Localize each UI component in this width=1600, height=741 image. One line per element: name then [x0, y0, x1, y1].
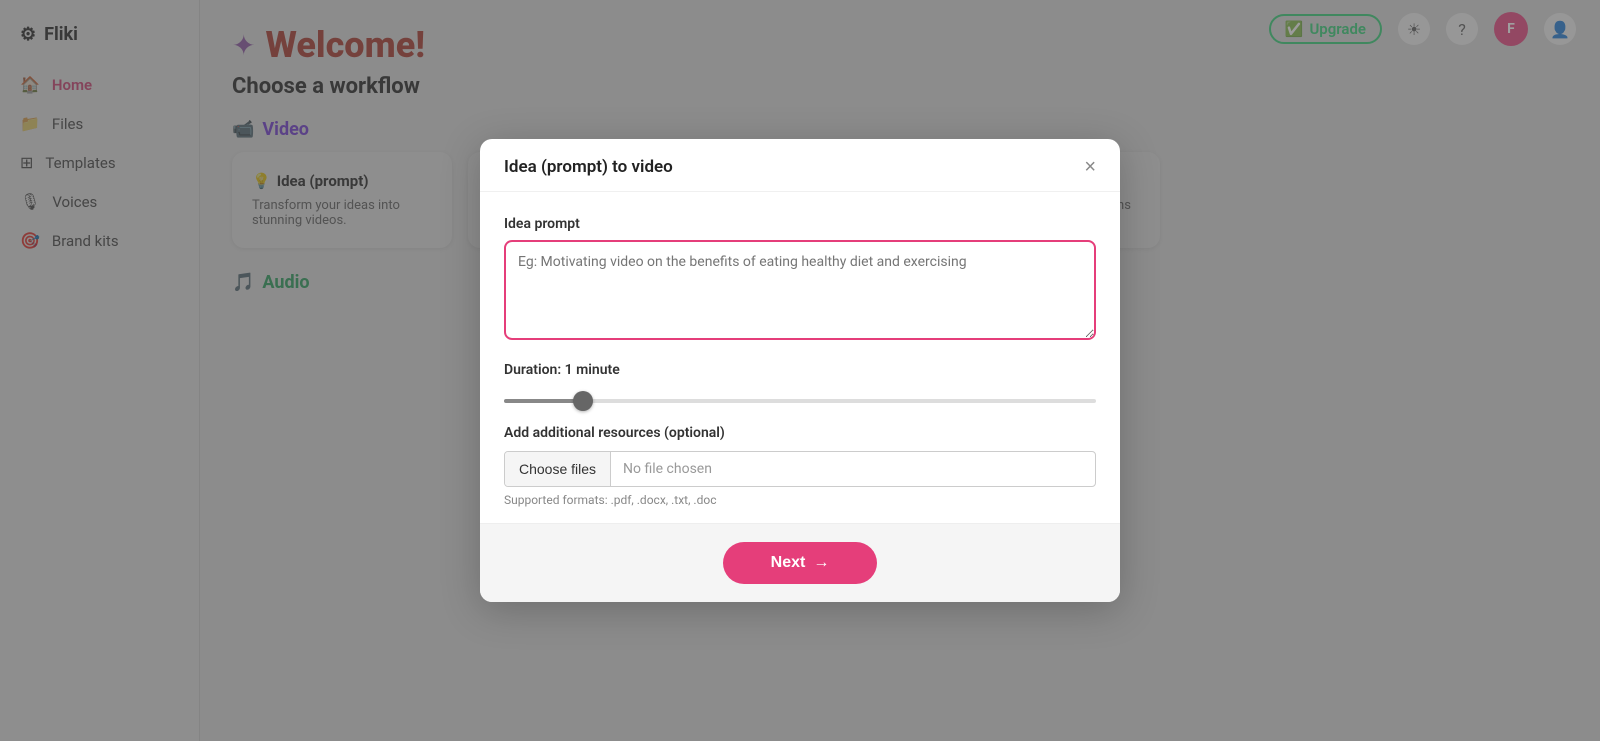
modal-footer: Next →	[480, 523, 1120, 602]
modal-overlay: Idea (prompt) to video × Idea prompt Dur…	[0, 0, 1600, 741]
duration-label: Duration: 1 minute	[504, 362, 1096, 378]
modal-title: Idea (prompt) to video	[504, 157, 673, 177]
modal-dialog: Idea (prompt) to video × Idea prompt Dur…	[480, 139, 1120, 602]
supported-formats-text: Supported formats: .pdf, .docx, .txt, .d…	[504, 493, 1096, 507]
duration-slider[interactable]	[504, 399, 1096, 403]
idea-prompt-label: Idea prompt	[504, 216, 1096, 232]
resources-label: Add additional resources (optional)	[504, 425, 1096, 441]
duration-slider-container	[504, 388, 1096, 407]
next-arrow-icon: →	[813, 554, 829, 572]
idea-prompt-input[interactable]	[504, 240, 1096, 340]
next-label: Next	[771, 554, 806, 572]
choose-files-button[interactable]: Choose files	[505, 452, 611, 486]
modal-header: Idea (prompt) to video ×	[480, 139, 1120, 192]
no-file-text: No file chosen	[611, 452, 1095, 486]
next-button[interactable]: Next →	[723, 542, 878, 584]
modal-body: Idea prompt Duration: 1 minute Add addit…	[480, 192, 1120, 523]
close-button[interactable]: ×	[1084, 157, 1096, 177]
file-input-row: Choose files No file chosen	[504, 451, 1096, 487]
